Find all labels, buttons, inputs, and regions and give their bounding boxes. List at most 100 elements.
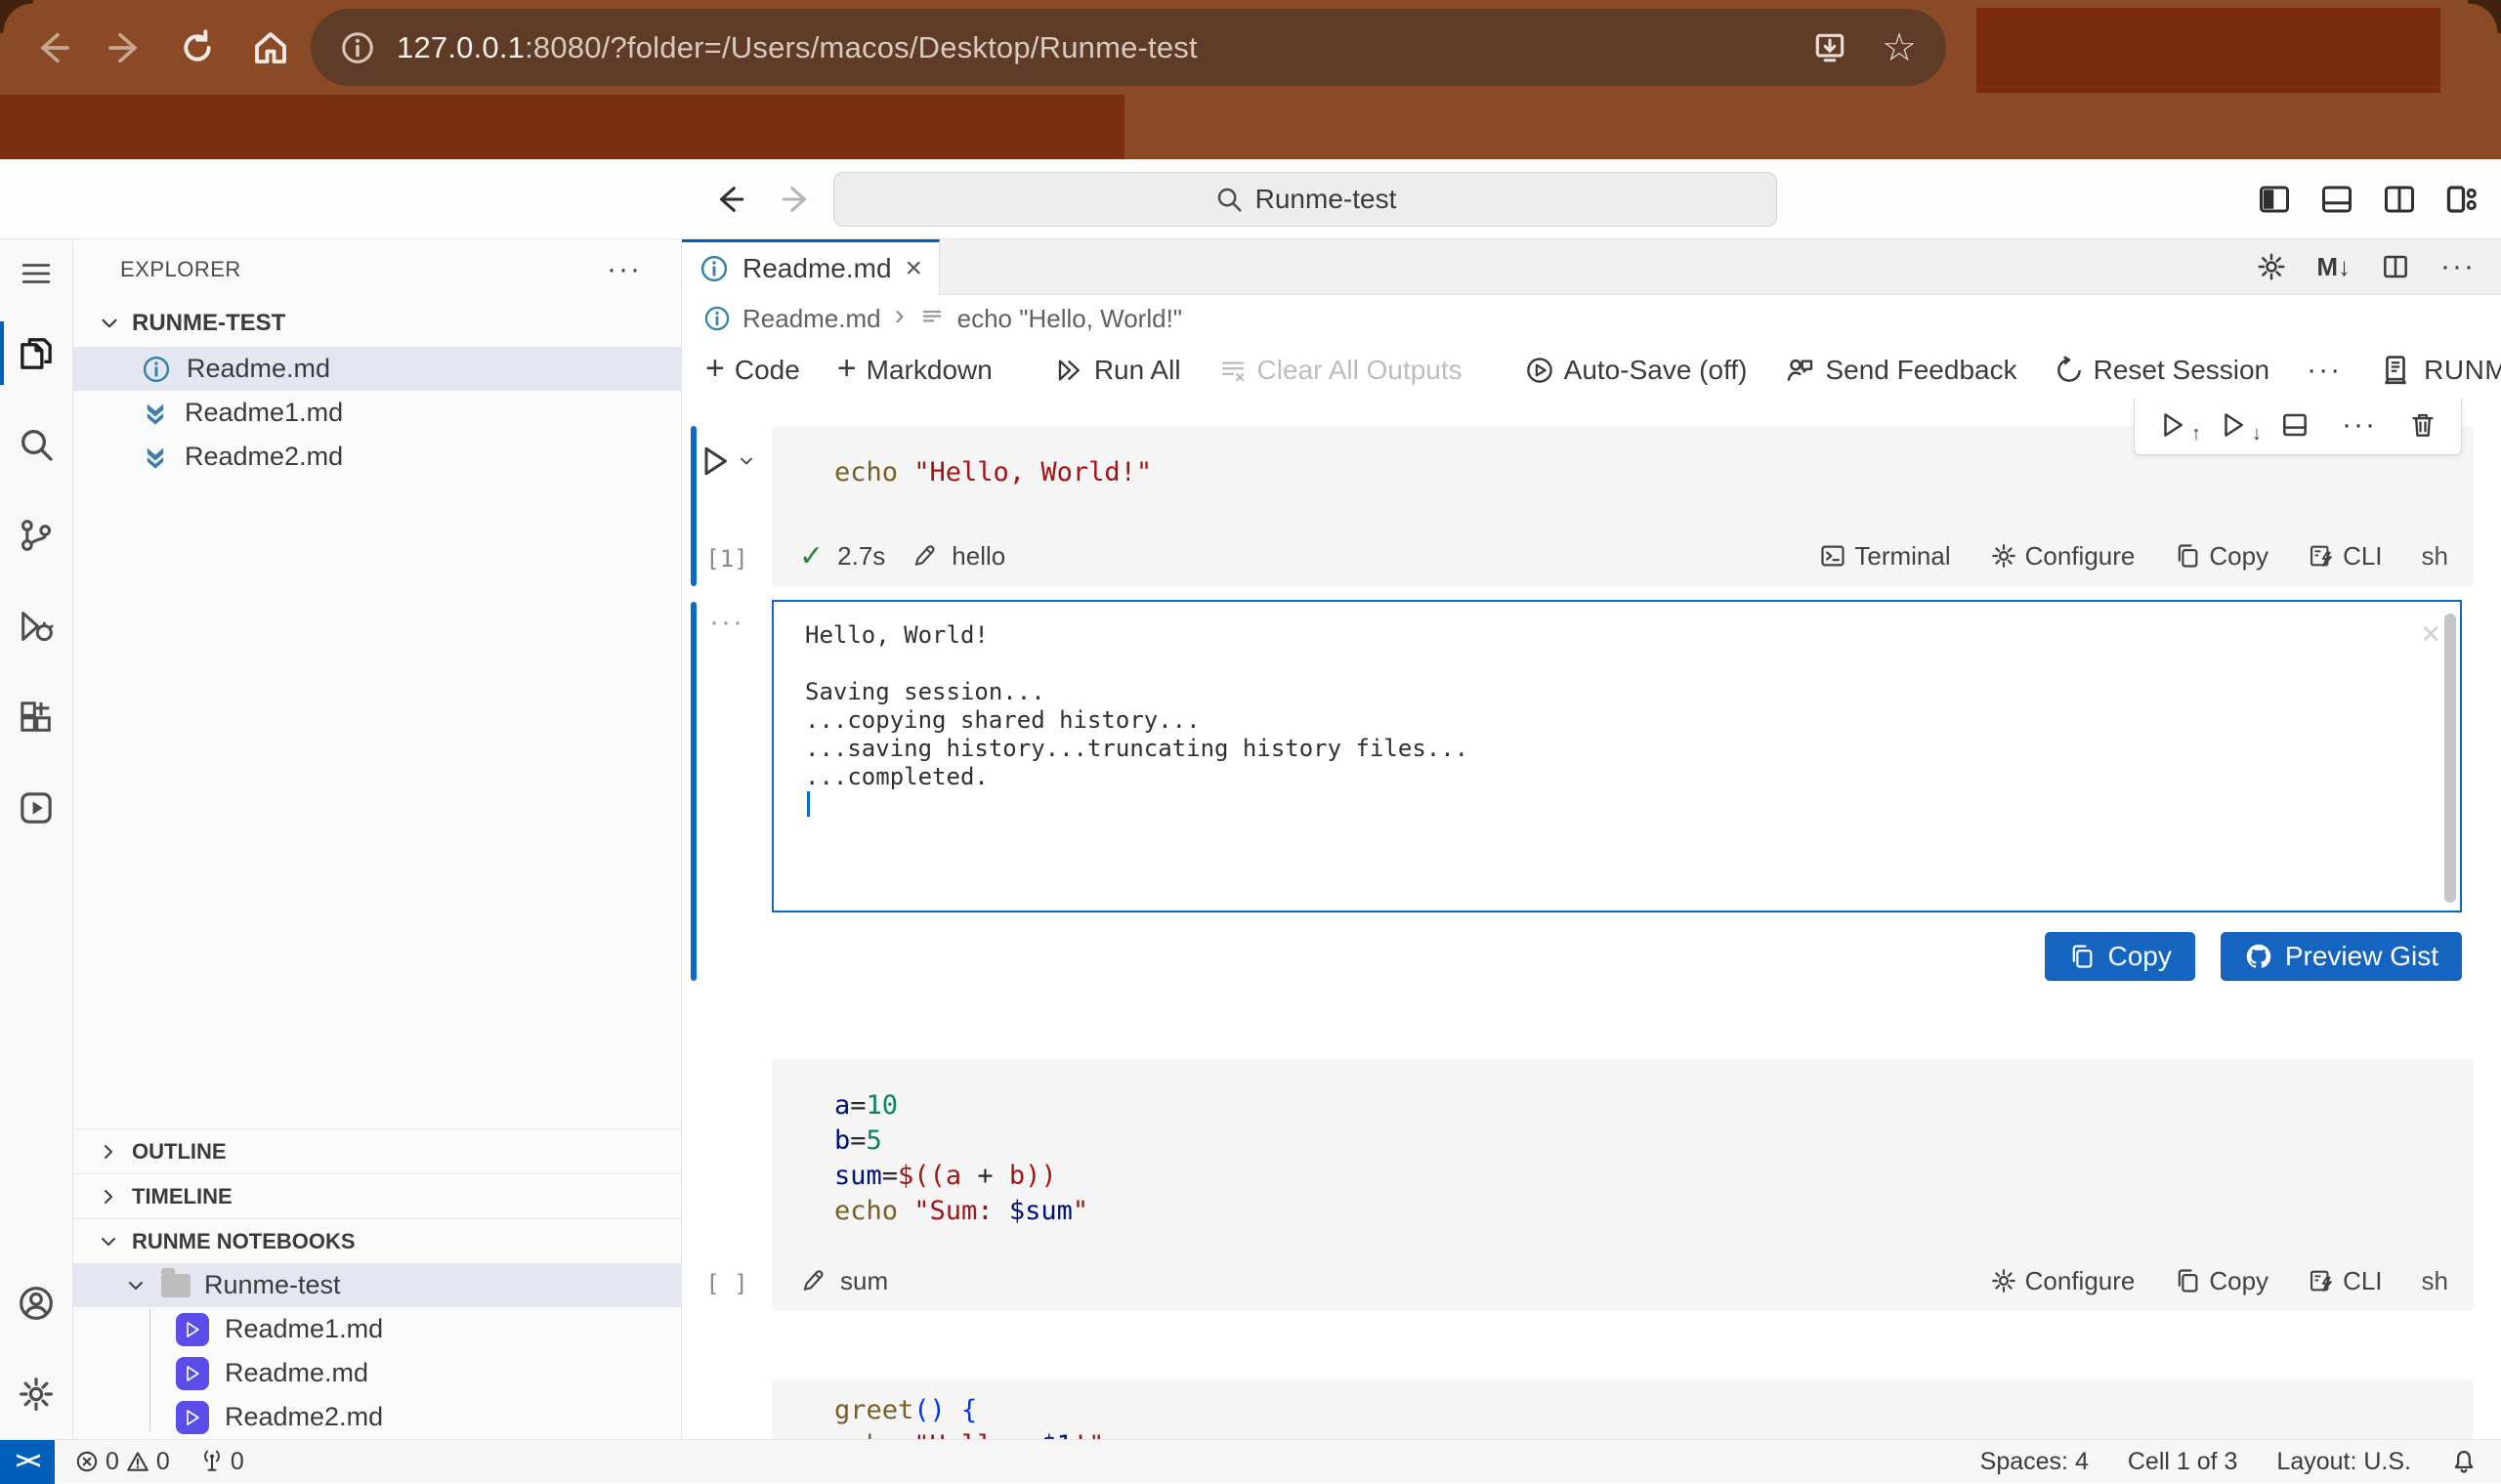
- section-timeline[interactable]: TIMELINE: [73, 1173, 681, 1218]
- execute-below-icon[interactable]: ↓: [2219, 410, 2248, 440]
- clear-all-outputs-button[interactable]: Clear All Outputs: [1218, 355, 1462, 386]
- section-runme-notebooks[interactable]: RUNME NOTEBOOKS: [73, 1218, 681, 1263]
- account-icon[interactable]: [0, 1257, 72, 1348]
- circled-play-icon: [1525, 356, 1554, 385]
- split-editor-icon[interactable]: [2380, 251, 2411, 282]
- plus-icon: +: [705, 350, 725, 388]
- explorer-more-icon[interactable]: ···: [607, 253, 642, 286]
- site-info-icon[interactable]: [340, 30, 375, 65]
- reset-session-button[interactable]: Reset Session: [2055, 355, 2270, 386]
- output-menu-icon[interactable]: ···: [709, 606, 744, 639]
- configure-action[interactable]: Configure: [1990, 1266, 2136, 1296]
- cli-action[interactable]: CLI: [2308, 541, 2382, 572]
- code-line: echo "Hello, $1!": [834, 1428, 2474, 1439]
- breadcrumb-symbol[interactable]: echo "Hello, World!": [957, 304, 1182, 334]
- github-icon: [2244, 942, 2273, 971]
- terminal-output[interactable]: Hello, World! Saving session... ...copyi…: [772, 600, 2462, 912]
- run-cell-button[interactable]: [698, 444, 756, 479]
- output-scrollbar[interactable]: [2444, 614, 2456, 903]
- activity-extensions-icon[interactable]: [0, 671, 72, 762]
- bookmark-star-icon[interactable]: ☆: [1882, 28, 1917, 67]
- file-item-readme[interactable]: Readme.md: [73, 347, 681, 391]
- notifications-bell-icon[interactable]: [2450, 1448, 2478, 1475]
- browser-forward-icon[interactable]: [106, 28, 145, 67]
- run-all-button[interactable]: Run All: [1055, 355, 1181, 386]
- output-focus-bar: [691, 602, 697, 981]
- cell-more-icon[interactable]: ···: [2342, 408, 2377, 442]
- customize-layout-icon[interactable]: [2444, 182, 2480, 217]
- notebook-item-readme2[interactable]: Readme2.md: [73, 1395, 681, 1439]
- command-center-search[interactable]: Runme-test: [833, 172, 1777, 227]
- cell-editor[interactable]: a=10 b=5 sum=$((a + b)) echo "Sum: $sum"…: [772, 1059, 2474, 1311]
- close-tab-icon[interactable]: ×: [906, 252, 923, 285]
- toggle-secondary-sidebar-icon[interactable]: [2382, 182, 2417, 217]
- install-app-icon[interactable]: [1811, 29, 1848, 66]
- notebook-item-readme[interactable]: Readme.md: [73, 1351, 681, 1395]
- code-line: b=5: [834, 1124, 2474, 1159]
- browser-back-icon[interactable]: [33, 28, 72, 67]
- cell-output-region: ··· Hello, World! Saving session... ...c…: [682, 600, 2501, 981]
- menu-icon[interactable]: [0, 239, 72, 308]
- notebook-gear-icon[interactable]: [2256, 251, 2287, 282]
- code-line: greet() {: [834, 1393, 2474, 1428]
- cell-language[interactable]: sh: [2422, 1266, 2448, 1296]
- activity-search-icon[interactable]: [0, 399, 72, 489]
- activity-bar: [0, 239, 73, 1439]
- activity-debug-icon[interactable]: [0, 580, 72, 671]
- spaces-indicator[interactable]: Spaces: 4: [1980, 1448, 2089, 1476]
- configure-action[interactable]: Configure: [1990, 541, 2136, 572]
- layout-indicator[interactable]: Layout: U.S.: [2276, 1448, 2411, 1476]
- execute-above-icon[interactable]: ↑: [2158, 410, 2187, 440]
- copy-output-button[interactable]: Copy: [2045, 932, 2194, 981]
- editor-area: Readme.md × M↓ ··· Readme.md › echo "Hel…: [682, 239, 2501, 1439]
- editor-more-icon[interactable]: ···: [2440, 250, 2476, 283]
- notebook-item-readme1[interactable]: Readme1.md: [73, 1307, 681, 1351]
- split-cell-icon[interactable]: [2279, 409, 2310, 441]
- history-forward-icon[interactable]: [780, 183, 813, 216]
- execution-count: [1]: [705, 545, 747, 572]
- close-output-icon[interactable]: ×: [2421, 615, 2440, 654]
- problems-indicator[interactable]: 0 0: [74, 1448, 170, 1476]
- preview-gist-button[interactable]: Preview Gist: [2221, 932, 2462, 981]
- address-bar[interactable]: 127.0.0.1:8080/?folder=/Users/macos/Desk…: [311, 9, 1946, 86]
- toolbar-more-icon[interactable]: ···: [2307, 354, 2342, 387]
- activity-explorer-icon[interactable]: [0, 308, 72, 399]
- add-code-button[interactable]: +Code: [705, 353, 800, 388]
- auto-save-button[interactable]: Auto-Save (off): [1525, 355, 1748, 386]
- toggle-panel-icon[interactable]: [2319, 182, 2354, 217]
- section-outline[interactable]: OUTLINE: [73, 1128, 681, 1173]
- pencil-icon[interactable]: [799, 1267, 827, 1294]
- file-item-readme1[interactable]: Readme1.md: [73, 391, 681, 435]
- terminal-action[interactable]: Terminal: [1819, 541, 1950, 572]
- success-check-icon: ✓: [799, 539, 824, 573]
- markdown-preview-icon[interactable]: M↓: [2316, 252, 2351, 282]
- sidebar-title: EXPLORER: [120, 257, 241, 282]
- settings-gear-icon[interactable]: [0, 1348, 72, 1439]
- cell-position-indicator[interactable]: Cell 1 of 3: [2128, 1448, 2238, 1476]
- cli-action[interactable]: CLI: [2308, 1266, 2382, 1296]
- toggle-sidebar-icon[interactable]: [2257, 182, 2292, 217]
- delete-cell-icon[interactable]: [2408, 410, 2437, 440]
- copy-action[interactable]: Copy: [2174, 541, 2268, 572]
- code-cell-2: [ ] a=10 b=5 sum=$((a + b)) echo "Sum: $…: [682, 1059, 2501, 1311]
- file-item-readme2[interactable]: Readme2.md: [73, 435, 681, 479]
- tab-readme[interactable]: Readme.md ×: [682, 239, 940, 295]
- browser-home-icon[interactable]: [250, 27, 291, 68]
- cell-name[interactable]: sum: [840, 1266, 888, 1296]
- send-feedback-button[interactable]: Send Feedback: [1784, 355, 2016, 386]
- remote-indicator[interactable]: ><: [0, 1440, 55, 1484]
- ports-indicator[interactable]: 0: [199, 1448, 244, 1476]
- activity-source-control-icon[interactable]: [0, 489, 72, 580]
- cell-name[interactable]: hello: [952, 541, 1005, 572]
- cell-language[interactable]: sh: [2422, 541, 2448, 572]
- copy-action[interactable]: Copy: [2174, 1266, 2268, 1296]
- workspace-root[interactable]: RUNME-TEST: [73, 300, 681, 347]
- add-markdown-button[interactable]: +Markdown: [837, 353, 993, 388]
- cell-editor[interactable]: greet() { echo "Hello, $1!": [772, 1379, 2474, 1439]
- breadcrumb-file[interactable]: Readme.md: [742, 304, 881, 334]
- activity-runme-icon[interactable]: [0, 762, 72, 853]
- pencil-icon[interactable]: [911, 542, 938, 570]
- notebooks-root-item[interactable]: Runme-test: [73, 1263, 681, 1307]
- history-back-icon[interactable]: [713, 183, 746, 216]
- browser-reload-icon[interactable]: [178, 28, 217, 67]
